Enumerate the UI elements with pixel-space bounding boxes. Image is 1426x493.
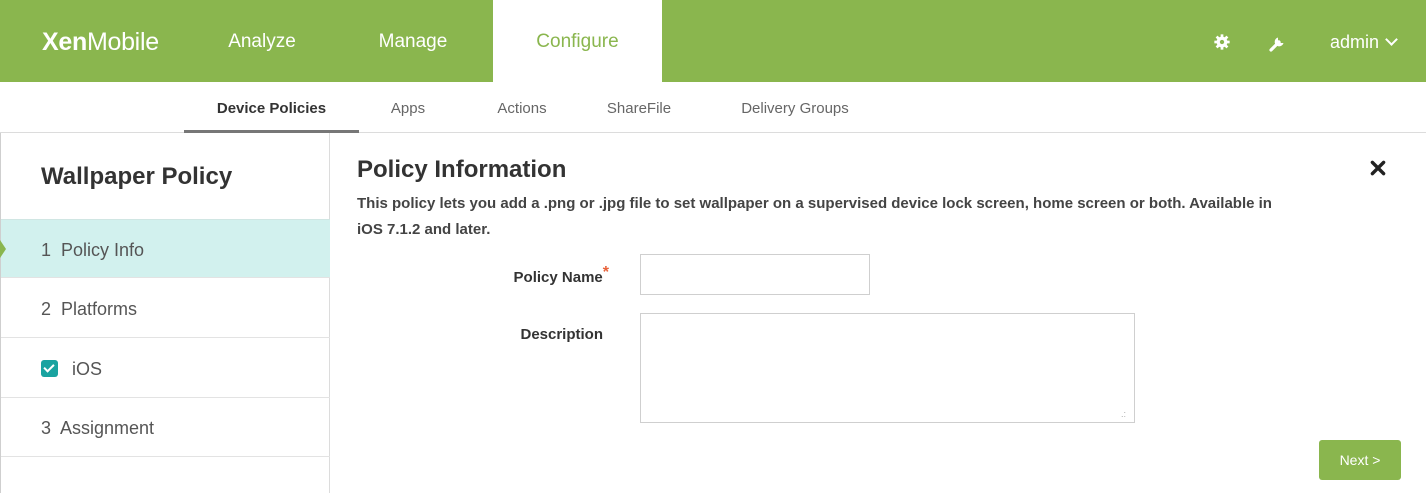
- brand-light: Mobile: [86, 28, 159, 56]
- policy-name-input[interactable]: [640, 254, 870, 295]
- wrench-icon[interactable]: [1268, 33, 1288, 53]
- policy-description-text: This policy lets you add a .png or .jpg …: [357, 195, 1272, 238]
- user-name: admin: [1330, 32, 1380, 52]
- sub-navigation: Device Policies Apps Actions ShareFile D…: [0, 82, 1426, 133]
- required-asterisk: *: [602, 264, 609, 281]
- checkbox-checked-icon[interactable]: [41, 359, 58, 377]
- nav-analyze[interactable]: Analyze: [200, 0, 324, 82]
- wizard-sidebar: Wallpaper Policy 1 Policy Info 2 Platfor…: [0, 133, 330, 493]
- step-platforms[interactable]: 2 Platforms: [1, 279, 330, 338]
- resize-grip-icon[interactable]: .:: [1121, 410, 1126, 419]
- step-label: iOS: [72, 359, 103, 379]
- step-policy-info[interactable]: 1 Policy Info: [0, 219, 330, 278]
- tab-sharefile[interactable]: ShareFile: [594, 82, 684, 133]
- tab-actions[interactable]: Actions: [482, 82, 562, 133]
- tab-apps[interactable]: Apps: [378, 82, 438, 133]
- top-navigation-bar: XenMobile Analyze Manage Configure admin: [0, 0, 1426, 82]
- tab-delivery-groups[interactable]: Delivery Groups: [722, 82, 868, 133]
- gear-icon[interactable]: [1213, 33, 1231, 51]
- step-assignment[interactable]: 3 Assignment: [1, 398, 330, 457]
- sidebar-title: Wallpaper Policy: [41, 163, 233, 190]
- step-label: 2 Platforms: [41, 299, 138, 319]
- nav-configure[interactable]: Configure: [493, 0, 662, 82]
- policy-name-label: Policy Name*: [461, 264, 609, 287]
- policy-name-label-text: Policy Name: [513, 269, 603, 286]
- nav-manage[interactable]: Manage: [333, 0, 493, 82]
- step-platform-ios[interactable]: iOS: [1, 339, 330, 398]
- description-textarea[interactable]: [640, 313, 1135, 423]
- brand-bold: Xen: [42, 28, 87, 56]
- brand-logo[interactable]: XenMobile: [42, 28, 159, 57]
- page-title: Policy Information: [357, 156, 567, 183]
- step-label: 1 Policy Info: [41, 240, 145, 260]
- close-icon[interactable]: [1369, 159, 1387, 177]
- chevron-down-icon: [1385, 33, 1398, 46]
- tab-device-policies[interactable]: Device Policies: [184, 82, 359, 133]
- description-label: Description: [520, 326, 603, 343]
- user-menu[interactable]: admin: [1330, 0, 1398, 82]
- step-label: 3 Assignment: [41, 418, 155, 438]
- next-button[interactable]: Next >: [1319, 440, 1401, 480]
- policy-form: Policy Information This policy lets you …: [331, 133, 1426, 493]
